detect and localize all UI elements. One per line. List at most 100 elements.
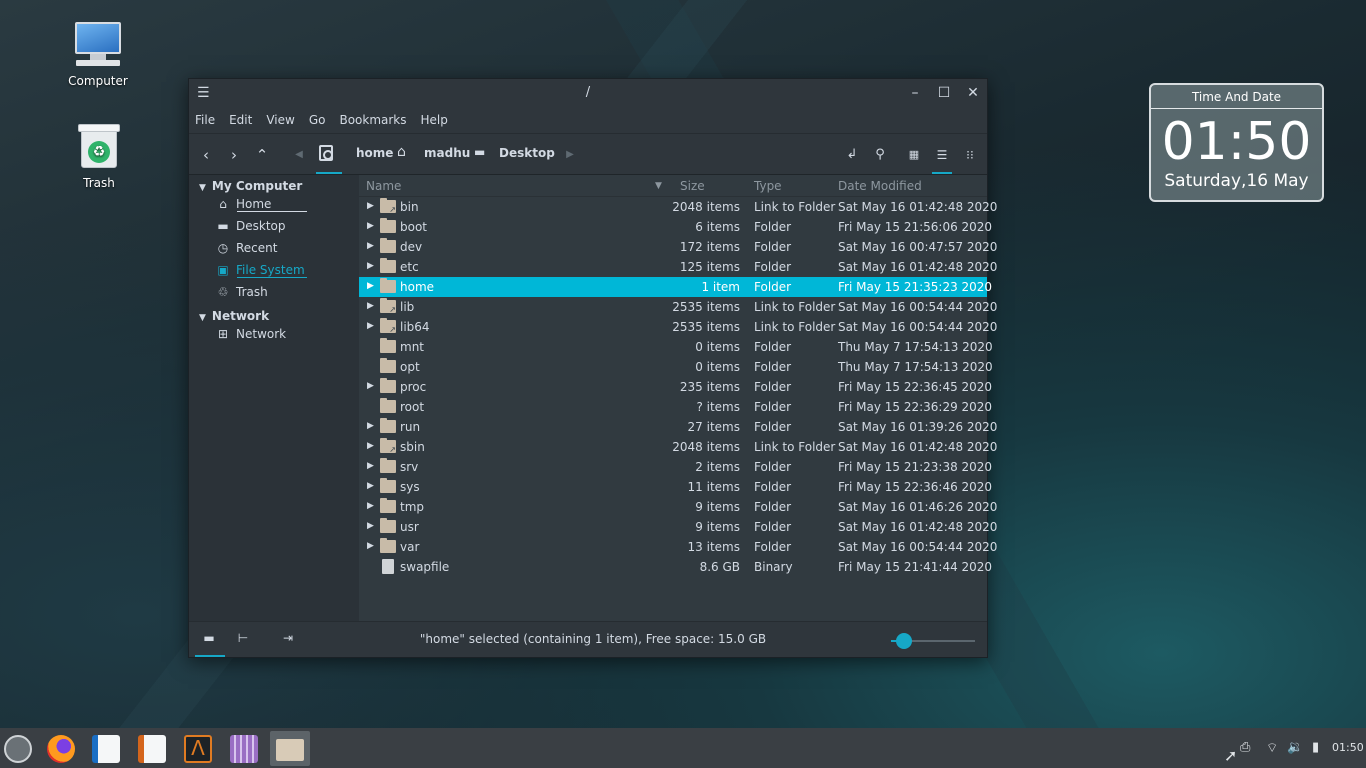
impress-icon xyxy=(138,735,166,763)
desktop-icon-trash[interactable]: ♻ Trash xyxy=(54,124,144,190)
taskbar-app-text-editor[interactable]: Λ xyxy=(178,731,218,766)
compact-view-icon[interactable]: ⁝⁝ xyxy=(959,143,981,167)
taskbar-app-writer[interactable] xyxy=(86,731,126,766)
breadcrumb-home[interactable]: home xyxy=(356,146,393,160)
expand-arrow-icon[interactable]: ▶ xyxy=(367,461,374,471)
expand-arrow-icon[interactable]: ▶ xyxy=(367,201,374,211)
sidebar-item-recent[interactable]: ◷ Recent xyxy=(215,239,278,257)
zoom-slider-knob[interactable] xyxy=(895,633,912,649)
sidebar-section-network[interactable]: ▼ Network xyxy=(199,309,269,323)
column-header-name[interactable]: Name xyxy=(366,179,401,193)
expand-arrow-icon[interactable]: ▶ xyxy=(367,541,374,551)
table-row[interactable]: ▶ boot 6 items Folder Fri May 15 21:56:06 20… xyxy=(359,217,992,237)
breadcrumb-madhu[interactable]: madhu xyxy=(424,146,470,160)
table-row[interactable]: ▶ lib64 2535 items Link to FolderSat May 16… xyxy=(359,317,997,337)
expand-arrow-icon[interactable]: ▶ xyxy=(367,381,374,391)
table-row[interactable]: ▶ tmp 9 items Folder Sat May 16 01:46:26 202… xyxy=(359,497,997,517)
folder-link-icon xyxy=(380,198,396,214)
expand-arrow-icon[interactable]: ▶ xyxy=(367,301,374,311)
file-type: Folder xyxy=(754,400,792,414)
taskbar-app-video-player[interactable] xyxy=(224,731,264,766)
expand-arrow-icon[interactable]: ▶ xyxy=(367,321,374,331)
table-row[interactable]: mnt 0 items Folder Thu May 7 17:54:13 2020 xyxy=(359,337,993,357)
maximize-button[interactable]: ☐ xyxy=(934,83,954,103)
up-button[interactable]: ⌃ xyxy=(251,143,273,167)
sidebar-item-desktop[interactable]: ▬ Desktop xyxy=(215,217,285,235)
expand-arrow-icon[interactable]: ▶ xyxy=(367,521,374,531)
file-size: 9 items xyxy=(695,520,740,534)
back-button[interactable]: ‹ xyxy=(195,143,217,167)
menu-help[interactable]: Help xyxy=(421,113,448,127)
file-size: 2 items xyxy=(695,460,740,474)
icon-view-icon[interactable]: ▦ xyxy=(903,143,925,167)
table-row[interactable]: ▶ srv 2 items Folder Fri May 15 21:23:38 202… xyxy=(359,457,992,477)
table-row[interactable]: ▶ proc 235 items Folder Fri May 15 22:36:45 … xyxy=(359,377,992,397)
taskbar-app-firefox[interactable] xyxy=(41,731,81,766)
list-view-icon[interactable]: ☰ xyxy=(931,143,953,167)
breadcrumb-scroll-left-icon[interactable]: ◀ xyxy=(288,143,310,167)
tray-clock[interactable]: 01:50 xyxy=(1332,741,1364,754)
search-icon[interactable]: ⚲ xyxy=(869,143,891,167)
taskbar-app-file-manager[interactable] xyxy=(270,731,310,766)
breadcrumb-desktop[interactable]: Desktop xyxy=(499,146,555,160)
table-row[interactable]: ▶ etc 125 items Folder Sat May 16 01:42:48 2… xyxy=(359,257,997,277)
expand-arrow-icon[interactable]: ▶ xyxy=(367,261,374,271)
location-toggle-icon[interactable]: ↲ xyxy=(841,143,863,167)
breadcrumb-scroll-right-icon[interactable]: ▶ xyxy=(559,143,581,167)
menu-edit[interactable]: Edit xyxy=(229,113,252,127)
menu-file[interactable]: File xyxy=(195,113,215,127)
file-size: 2048 items xyxy=(672,440,740,454)
expand-arrow-icon[interactable]: ▶ xyxy=(367,501,374,511)
expand-arrow-icon[interactable]: ▶ xyxy=(367,221,374,231)
battery-icon[interactable]: ▮ xyxy=(1312,740,1319,755)
expand-arrow-icon[interactable]: ▶ xyxy=(367,241,374,251)
table-row[interactable]: ▶ dev 172 items Folder Sat May 16 00:47:57 2… xyxy=(359,237,997,257)
table-row[interactable]: ▶ sbin 2048 items Link to FolderSat May 16 … xyxy=(359,437,997,457)
table-row[interactable]: ▶ usr 9 items Folder Sat May 16 01:42:48 202… xyxy=(359,517,997,537)
table-row[interactable]: ▶ lib 2535 items Link to FolderSat May 16 0… xyxy=(359,297,997,317)
table-row[interactable]: ▶ bin 2048 items Link to FolderSat May 16 0… xyxy=(359,197,997,217)
volume-icon[interactable]: 🔉 xyxy=(1287,740,1303,755)
table-row[interactable]: swapfile 8.6 GB Binary Fri May 15 21:41:44 … xyxy=(359,557,992,577)
printer-icon[interactable]: ⎙ xyxy=(1240,740,1250,755)
table-row[interactable]: ▶ sys 11 items Folder Fri May 15 22:36:46 20… xyxy=(359,477,992,497)
start-menu-button[interactable] xyxy=(0,731,40,766)
mouse-cursor-icon: ➚ xyxy=(1224,746,1238,765)
file-list: Name ▼ Size Type Date Modified ▶ bin 2048 … xyxy=(359,175,997,623)
file-name: boot xyxy=(400,220,428,234)
text-editor-icon: Λ xyxy=(184,735,212,763)
sort-descending-icon[interactable]: ▼ xyxy=(655,181,662,191)
sidebar-section-my-computer[interactable]: ▼ My Computer xyxy=(199,179,302,193)
file-name: tmp xyxy=(400,500,425,514)
expand-arrow-icon[interactable]: ▶ xyxy=(367,421,374,431)
title-bar[interactable]: ☰ / – ☐ ✕ xyxy=(189,79,987,107)
wifi-icon[interactable]: ⌔ xyxy=(1266,740,1278,756)
expand-arrow-icon[interactable]: ▶ xyxy=(367,441,374,451)
column-header-type[interactable]: Type xyxy=(754,179,782,193)
close-button[interactable]: ✕ xyxy=(963,83,983,103)
table-row[interactable]: ▶ run 27 items Folder Sat May 16 01:39:26 20… xyxy=(359,417,997,437)
expand-arrow-icon[interactable]: ▶ xyxy=(367,281,374,291)
table-row[interactable]: ▶ var 13 items Folder Sat May 16 00:54:44 20… xyxy=(359,537,997,557)
table-row[interactable]: ▶ home 1 item Folder Fri May 15 21:35:23 202… xyxy=(359,277,992,297)
table-row[interactable]: opt 0 items Folder Thu May 7 17:54:13 2020 xyxy=(359,357,993,377)
minimize-button[interactable]: – xyxy=(905,83,925,103)
root-filesystem-icon[interactable] xyxy=(319,145,333,161)
file-size: 2535 items xyxy=(672,320,740,334)
column-header-size[interactable]: Size xyxy=(680,179,705,193)
column-header-date[interactable]: Date Modified xyxy=(838,179,922,193)
file-name: proc xyxy=(400,380,427,394)
forward-button[interactable]: › xyxy=(223,143,245,167)
taskbar-app-impress[interactable] xyxy=(132,731,172,766)
desktop-icon-computer[interactable]: Computer xyxy=(53,22,143,88)
menu-view[interactable]: View xyxy=(266,113,294,127)
file-date: Thu May 7 17:54:13 2020 xyxy=(838,360,993,374)
file-type: Folder xyxy=(754,460,792,474)
expand-arrow-icon[interactable]: ▶ xyxy=(367,481,374,491)
sidebar-item-network[interactable]: ⊞ Network xyxy=(215,325,286,343)
menu-go[interactable]: Go xyxy=(309,113,326,127)
file-type: Link to Folder xyxy=(754,200,836,214)
table-row[interactable]: root ? items Folder Fri May 15 22:36:29 202… xyxy=(359,397,992,417)
sidebar-item-trash[interactable]: ♲ Trash xyxy=(215,283,268,301)
menu-bookmarks[interactable]: Bookmarks xyxy=(339,113,406,127)
